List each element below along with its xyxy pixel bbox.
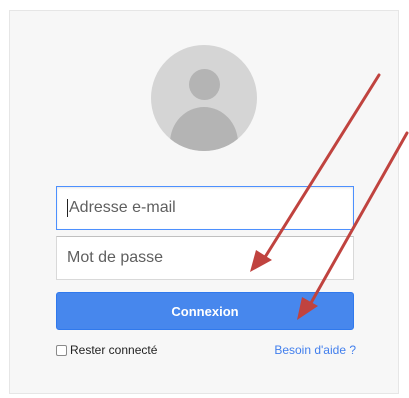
avatar-placeholder-icon bbox=[151, 45, 257, 151]
text-cursor bbox=[67, 199, 68, 217]
avatar-head bbox=[189, 69, 220, 100]
help-link[interactable]: Besoin d'aide ? bbox=[274, 343, 356, 357]
email-placeholder: Adresse e-mail bbox=[69, 199, 176, 216]
connexion-button-label: Connexion bbox=[171, 303, 239, 319]
password-input[interactable]: Mot de passe bbox=[56, 236, 354, 280]
password-placeholder: Mot de passe bbox=[67, 249, 164, 266]
email-input[interactable]: Adresse e-mail bbox=[56, 186, 354, 230]
avatar-shoulders bbox=[170, 107, 238, 151]
remember-checkbox[interactable] bbox=[56, 344, 67, 356]
remember-me[interactable]: Rester connecté bbox=[56, 343, 157, 357]
remember-label: Rester connecté bbox=[70, 343, 158, 357]
connexion-button[interactable]: Connexion bbox=[56, 292, 354, 330]
login-page: Adresse e-mail Mot de passe Connexion Re… bbox=[0, 0, 409, 398]
